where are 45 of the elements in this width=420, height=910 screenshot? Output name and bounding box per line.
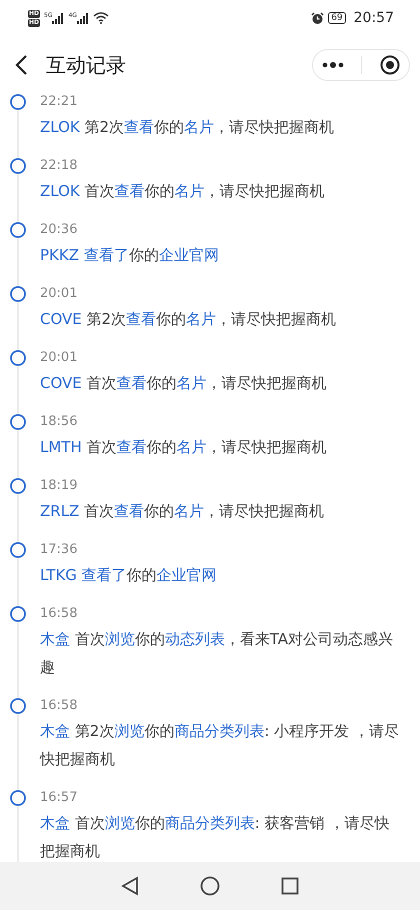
event-time: 18:56	[40, 414, 78, 430]
timeline-dot-icon	[10, 478, 26, 494]
event-time: 22:21	[40, 94, 78, 110]
event-time: 22:18	[40, 158, 78, 174]
event-text: 木盒 首次浏览你的动态列表，看来TA对公司动态感兴趣	[40, 629, 394, 678]
event-time: 16:58	[40, 698, 78, 714]
more-icon[interactable]	[322, 62, 344, 68]
event-time: 20:01	[40, 350, 78, 366]
timeline-dot-icon	[10, 350, 26, 366]
wifi-icon	[92, 12, 109, 24]
timeline-dot-icon	[10, 790, 26, 806]
event-time: 20:01	[40, 286, 78, 302]
event-text: ZLOK 第2次查看你的名片，请尽快把握商机	[40, 117, 334, 138]
event-text: COVE 首次查看你的名片，请尽快把握商机	[40, 373, 327, 394]
event-text: 木盒 首次浏览你的商品分类列表: 获客营销 ，请尽快把握商机	[40, 813, 390, 862]
home-nav-icon[interactable]	[200, 876, 220, 896]
event-text: LMTH 首次查看你的名片，请尽快把握商机	[40, 437, 327, 458]
battery-level: 69	[328, 12, 346, 24]
timeline-dot-icon	[10, 542, 26, 558]
event-time: 16:57	[40, 790, 78, 806]
event-time: 17:36	[40, 542, 78, 558]
event-text: 木盒 第2次浏览你的商品分类列表: 小程序开发 ，请尽快把握商机	[40, 721, 400, 770]
event-text: COVE 第2次查看你的名片，请尽快把握商机	[40, 309, 336, 330]
timeline-dot-icon	[10, 94, 26, 110]
event-time: 18:19	[40, 478, 78, 494]
timeline-dot-icon	[10, 414, 26, 430]
alarm-icon	[311, 12, 324, 24]
event-text: PKKZ 查看了你的企业官网	[40, 245, 219, 266]
timeline-dot-icon	[10, 606, 26, 622]
timeline-dot-icon	[10, 698, 26, 714]
signal-icon	[52, 12, 64, 24]
event-text: ZLOK 首次查看你的名片，请尽快把握商机	[40, 181, 325, 202]
recents-nav-icon[interactable]	[281, 877, 300, 895]
timeline-dot-icon	[10, 158, 26, 174]
clock-time: 20:57	[354, 10, 394, 26]
event-text: ZRLZ 首次查看你的名片，请尽快把握商机	[40, 501, 324, 522]
event-time: 20:36	[40, 222, 78, 238]
timeline-dot-icon	[10, 286, 26, 302]
event-time: 16:58	[40, 606, 78, 622]
back-icon[interactable]	[14, 54, 30, 76]
page-title: 互动记录	[46, 52, 127, 78]
signal-icon	[76, 12, 89, 24]
back-nav-icon[interactable]	[120, 876, 139, 896]
timeline-dot-icon	[10, 222, 26, 238]
event-text: LTKG 查看了你的企业官网	[40, 565, 217, 586]
